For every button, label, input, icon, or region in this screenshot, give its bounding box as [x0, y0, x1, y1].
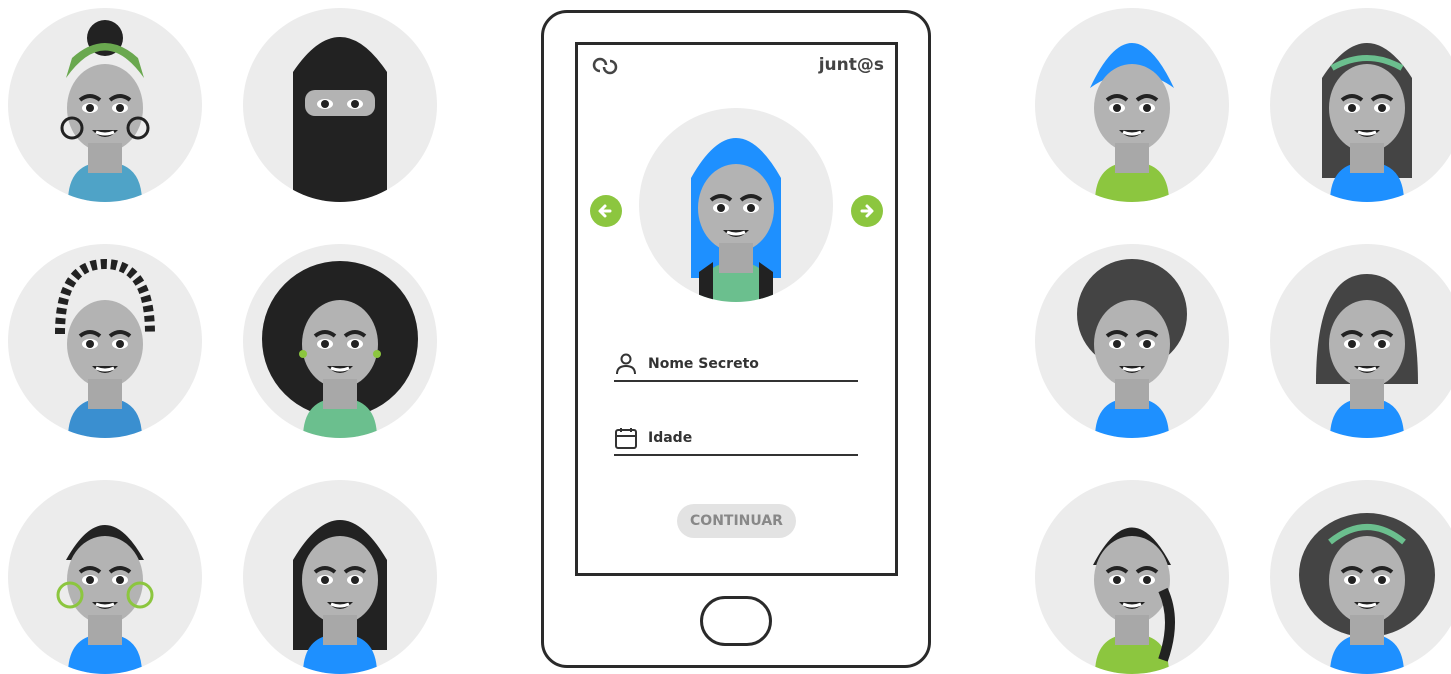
avatar-option[interactable] [1270, 8, 1451, 202]
secret-name-label: Nome Secreto [648, 356, 759, 372]
avatar-illustration [1299, 513, 1435, 674]
avatar-illustration [1077, 259, 1187, 438]
calendar-icon [615, 428, 637, 449]
avatar-illustration [1322, 43, 1412, 202]
avatar-option[interactable] [1270, 244, 1451, 438]
avatar-option[interactable] [243, 480, 437, 674]
prev-avatar-button[interactable] [590, 195, 622, 227]
age-field[interactable]: Idade [614, 424, 858, 456]
avatar-illustration [1092, 527, 1175, 674]
avatar-illustration [293, 37, 387, 202]
avatar-illustration [60, 20, 150, 202]
avatar-illustration [262, 261, 418, 438]
avatar-option[interactable] [1270, 480, 1451, 674]
avatar-option[interactable] [1035, 244, 1229, 438]
secret-name-field[interactable]: Nome Secreto [614, 350, 858, 382]
selected-avatar [639, 108, 833, 302]
avatar-option[interactable] [8, 8, 202, 202]
avatar-illustration [55, 258, 155, 438]
arrow-left-icon [598, 204, 612, 218]
avatar-illustration [1316, 274, 1418, 438]
avatar-illustration [56, 525, 154, 674]
home-button[interactable] [700, 596, 772, 646]
avatar-option[interactable] [243, 244, 437, 438]
brand-name: junt@s [818, 55, 884, 75]
avatar-illustration [1090, 43, 1174, 202]
avatar-option[interactable] [1035, 480, 1229, 674]
avatar-option[interactable] [8, 480, 202, 674]
avatar-option[interactable] [8, 244, 202, 438]
arrow-right-icon [860, 204, 874, 218]
user-icon [616, 353, 636, 375]
avatar-illustration [293, 520, 387, 674]
swirl-logo-icon [592, 57, 618, 75]
avatar-option[interactable] [1035, 8, 1229, 202]
avatar-illustration [691, 138, 781, 302]
continue-button[interactable]: CONTINUAR [677, 504, 796, 538]
age-label: Idade [648, 430, 693, 446]
next-avatar-button[interactable] [851, 195, 883, 227]
avatar-option[interactable] [243, 8, 437, 202]
